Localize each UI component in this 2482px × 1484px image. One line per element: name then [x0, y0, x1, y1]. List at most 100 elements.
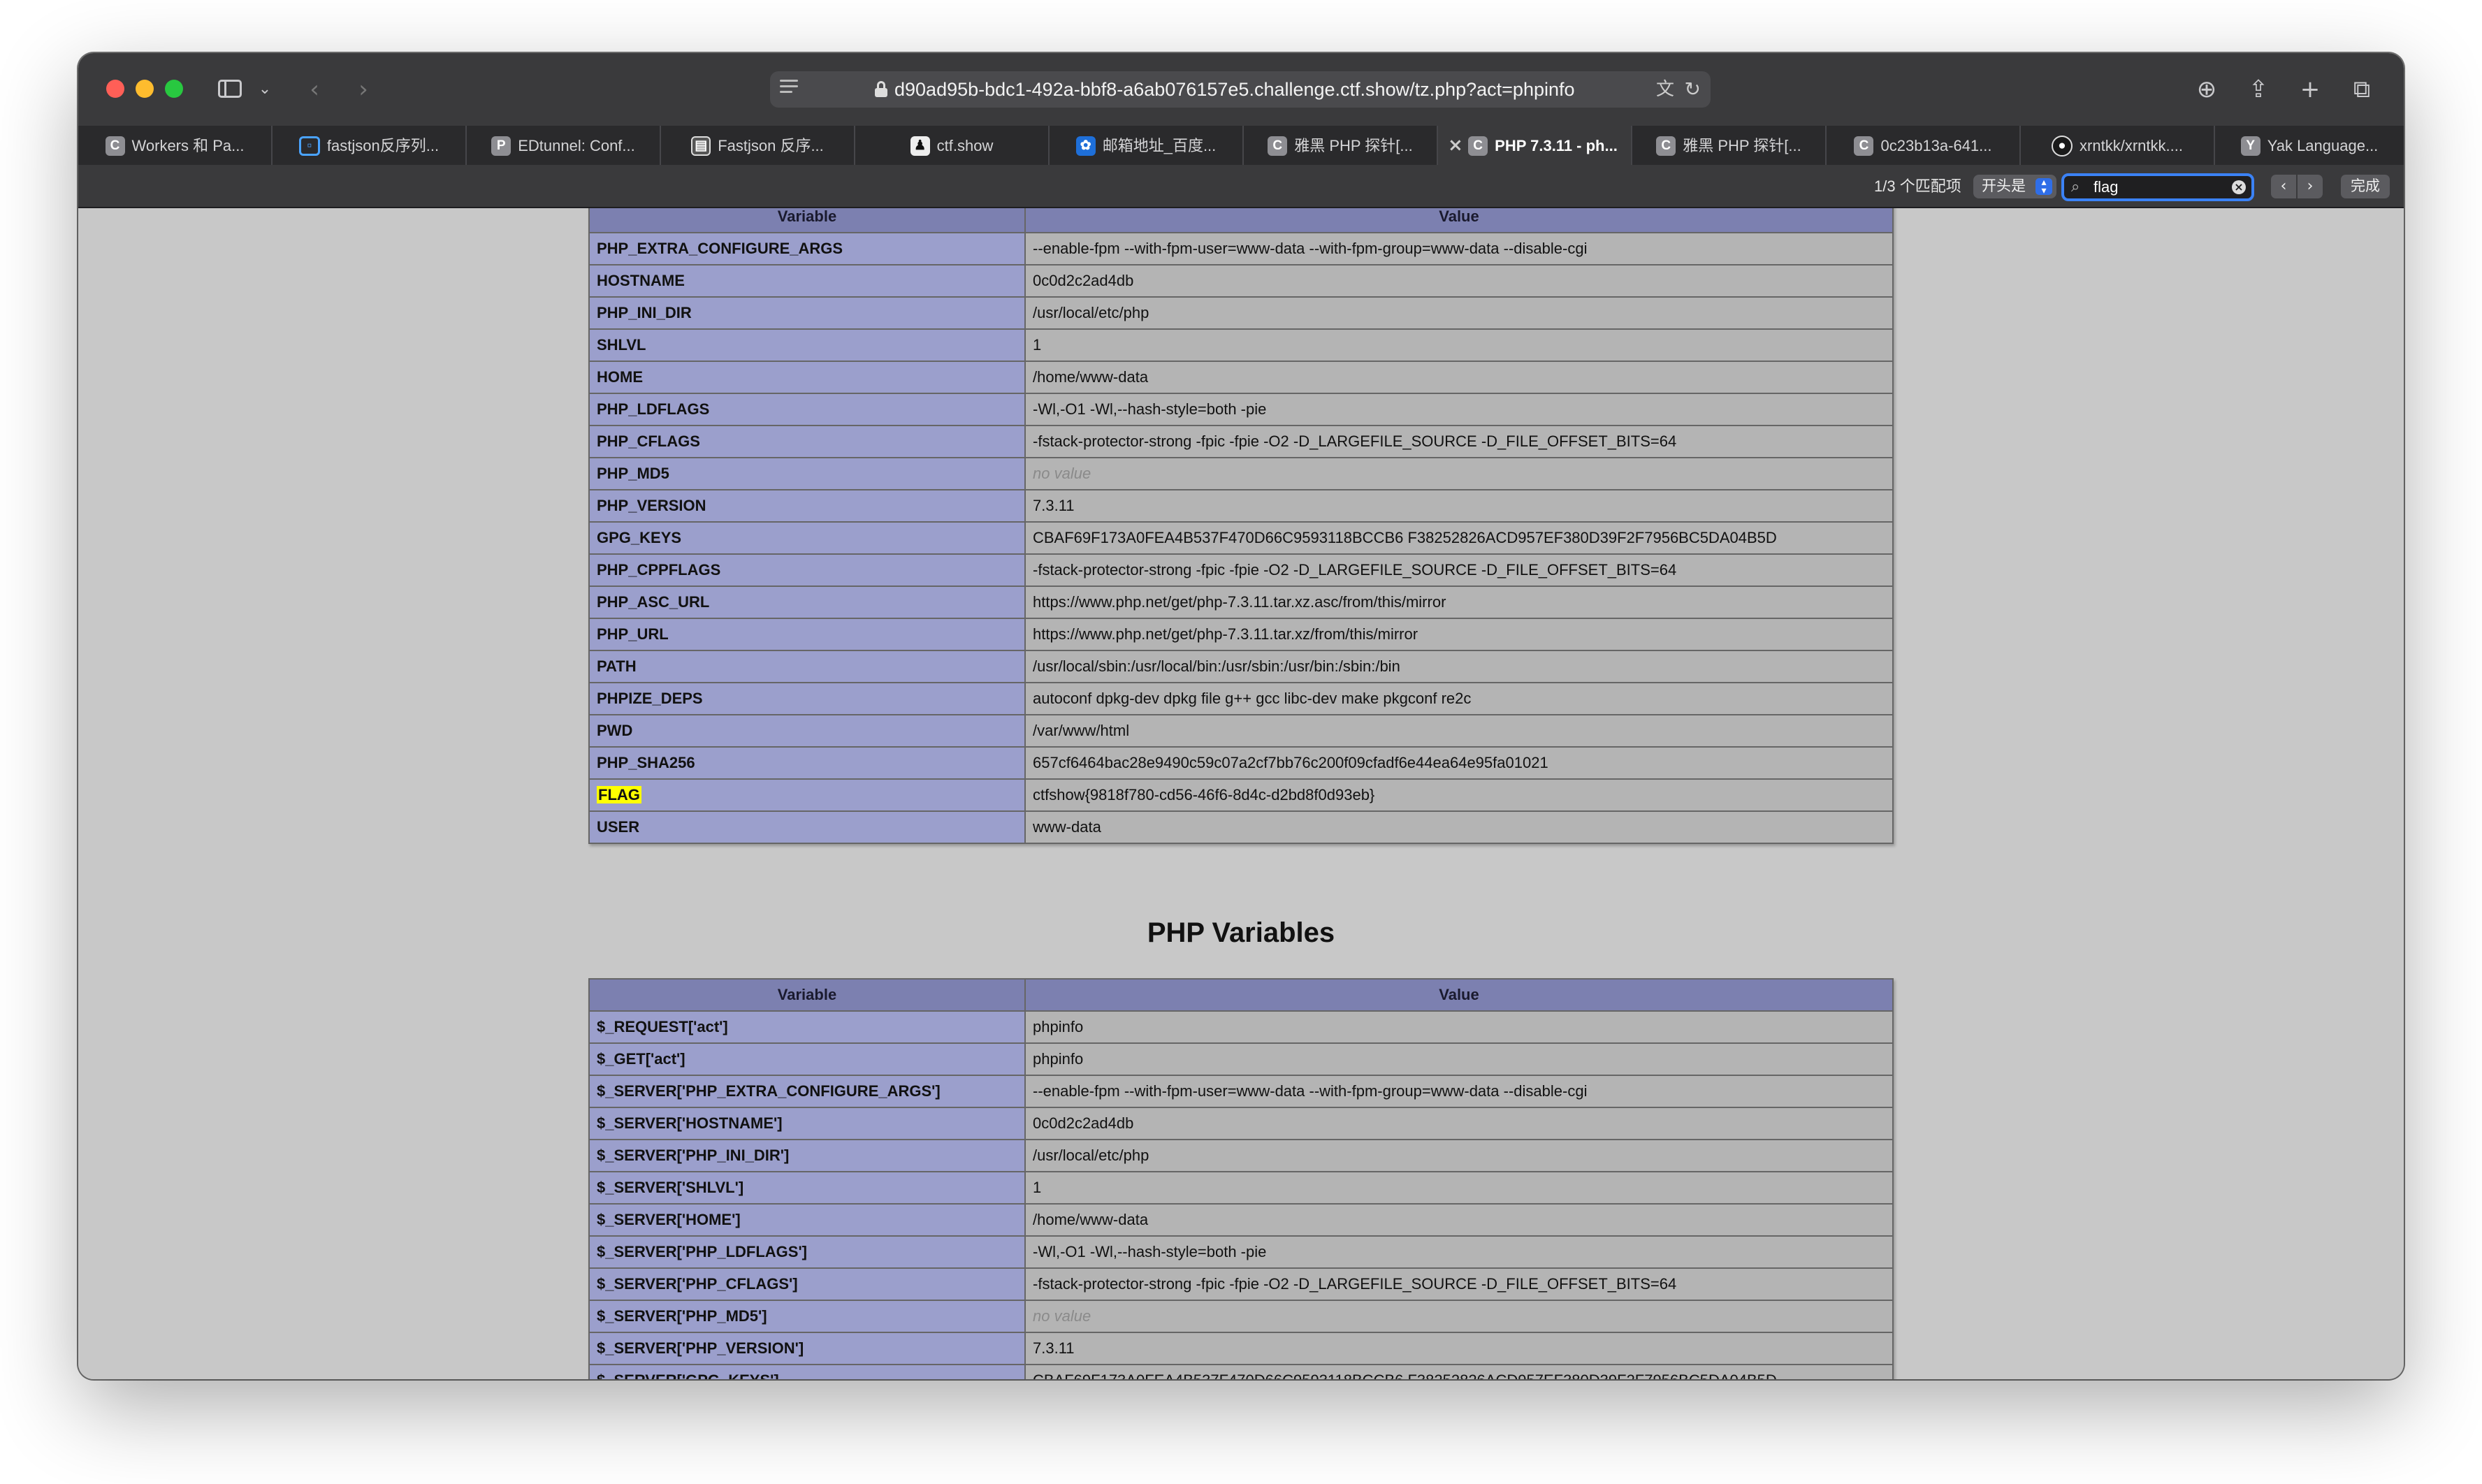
environment-table: Variable Value PHP_EXTRA_CONFIGURE_ARGS -…: [588, 208, 1894, 844]
variable-value-cell: /usr/local/etc/php: [1024, 296, 1894, 330]
variable-name-cell: PHP_LDFLAGS: [588, 393, 1026, 426]
tab[interactable]: Y Yak Language...: [2215, 126, 2404, 165]
tab[interactable]: ▫ fastjson反序列...: [273, 126, 467, 165]
variable-value-cell: ctfshow{9818f780-cd56-46f6-8d4c-d2bd8f0d…: [1024, 778, 1894, 812]
variable-name: USER: [597, 818, 640, 836]
site-favicon-icon: C: [1268, 136, 1288, 157]
close-window-button[interactable]: [106, 80, 124, 98]
variable-name: PHP_VERSION: [597, 497, 706, 514]
table-row: PHP_INI_DIR/usr/local/etc/php: [588, 296, 1894, 330]
variable-name: HOME: [597, 368, 643, 386]
table-row: PHP_ASC_URL https://www.php.net/get/php-7…: [588, 585, 1894, 619]
table-row: USER www-data: [588, 810, 1894, 844]
clear-search-icon[interactable]: ×: [2232, 180, 2246, 194]
share-icon[interactable]: ⇪: [2242, 71, 2275, 108]
tab[interactable]: C Workers 和 Pa...: [78, 126, 273, 165]
page-content: Variable Value PHP_EXTRA_CONFIGURE_ARGS -…: [78, 208, 2404, 1379]
variable-value-cell: /home/www-data: [1024, 1203, 1894, 1237]
site-favicon-icon: C: [105, 136, 125, 157]
table-row: $_SERVER['HOME'] /home/www-data: [588, 1203, 1894, 1237]
variable-value-cell: 7.3.11: [1024, 1332, 1894, 1365]
translate-icon[interactable]: 文: [1656, 78, 1674, 101]
title-bar: ⌄ ‹ › d90ad95b-bdc1-492a-bbf8-a6ab076157…: [78, 53, 2404, 126]
variable-name-cell: GPG_KEYS: [588, 521, 1026, 555]
find-mode-select[interactable]: 开头是 ▴ ▾: [1973, 175, 2056, 198]
variable-name: $_SERVER['PHP_LDFLAGS']: [597, 1243, 808, 1260]
variable-name-cell: PHP_SHA256: [588, 746, 1026, 780]
ninja-icon: ♟: [910, 136, 930, 157]
variable-value-cell: -fstack-protector-strong -fpic -fpie -O2…: [1024, 425, 1894, 458]
variable-name-cell: PHP_EXTRA_CONFIGURE_ARGS: [588, 232, 1026, 265]
sidebar-toggle-icon[interactable]: [215, 71, 246, 108]
find-input[interactable]: [2093, 177, 2212, 197]
table-row: $_SERVER['PHP_CFLAGS'] -fstack-protector-…: [588, 1267, 1894, 1301]
variable-value: --enable-fpm --with-fpm-user=www-data --…: [1033, 1082, 1588, 1100]
tab[interactable]: C 0c23b13a-641...: [1827, 126, 2021, 165]
address-bar[interactable]: d90ad95b-bdc1-492a-bbf8-a6ab076157e5.cha…: [770, 71, 1711, 108]
download-icon[interactable]: ⊕: [2190, 71, 2223, 108]
chevron-down-icon[interactable]: ⌄: [254, 71, 275, 108]
tab[interactable]: ✿ 邮箱地址_百度...: [1050, 126, 1244, 165]
reader-mode-icon[interactable]: [780, 80, 798, 99]
variable-value: -Wl,-O1 -Wl,--hash-style=both -pie: [1033, 400, 1267, 418]
variable-value-cell: /usr/local/sbin:/usr/local/bin:/usr/sbin…: [1024, 650, 1894, 683]
table-row: $_SERVER['PHP_VERSION'] 7.3.11: [588, 1332, 1894, 1365]
variable-name: $_GET['act']: [597, 1050, 685, 1068]
variable-name-cell: USER: [588, 810, 1026, 844]
site-favicon-icon: C: [1468, 136, 1488, 157]
variable-value: -fstack-protector-strong -fpic -fpie -O2…: [1033, 561, 1677, 579]
variable-name-cell: $_SERVER['PHP_EXTRA_CONFIGURE_ARGS']: [588, 1075, 1026, 1108]
tab[interactable]: ● xrntkk/xrntkk....: [2021, 126, 2215, 165]
variable-name: PHP_SHA256: [597, 754, 695, 771]
variable-value: -Wl,-O1 -Wl,--hash-style=both -pie: [1033, 1243, 1267, 1260]
variable-value: www-data: [1033, 818, 1101, 836]
variable-name-cell: PHP_MD5: [588, 457, 1026, 490]
tab[interactable]: P EDtunnel: Conf...: [467, 126, 661, 165]
url-text[interactable]: d90ad95b-bdc1-492a-bbf8-a6ab076157e5.cha…: [894, 71, 1575, 108]
forward-button[interactable]: ›: [349, 71, 377, 108]
variable-value: no value: [1033, 465, 1091, 482]
tab-active[interactable]: × C PHP 7.3.11 - ph...: [1438, 126, 1632, 165]
variable-value-cell: 657cf6464bac28e9490c59c07a2cf7bb76c200f0…: [1024, 746, 1894, 780]
zoom-window-button[interactable]: [165, 80, 183, 98]
back-button[interactable]: ‹: [300, 71, 328, 108]
find-field[interactable]: ⌕ ×: [2061, 173, 2254, 201]
new-tab-icon[interactable]: +: [2293, 71, 2327, 108]
table-row: $_SERVER['SHLVL'] 1: [588, 1171, 1894, 1205]
tab[interactable]: C 雅黑 PHP 探针[...: [1632, 126, 1827, 165]
variable-name-cell: $_SERVER['SHLVL']: [588, 1171, 1026, 1205]
table-header-row: Variable Value: [588, 978, 1894, 1012]
table-row: FLAG ctfshow{9818f780-cd56-46f6-8d4c-d2bd…: [588, 778, 1894, 812]
variable-value: CBAF69F173A0FEA4B537F470D66C9593118BCCB6…: [1033, 1372, 1777, 1379]
variable-value: 7.3.11: [1033, 497, 1075, 514]
table-row: PHP_CFLAGS -fstack-protector-strong -fpic…: [588, 425, 1894, 458]
tab[interactable]: ♟ ctf.show: [855, 126, 1050, 165]
column-header: Value: [1024, 978, 1894, 1012]
book-icon: ▤: [691, 136, 711, 157]
tab[interactable]: ▤ Fastjson 反序...: [661, 126, 855, 165]
find-done-button[interactable]: 完成: [2341, 175, 2390, 198]
table-row: $_SERVER['GPG_KEYS'] CBAF69F173A0FEA4B537…: [588, 1364, 1894, 1379]
variable-name: PHP_EXTRA_CONFIGURE_ARGS: [597, 240, 843, 257]
variable-value-cell: CBAF69F173A0FEA4B537F470D66C9593118BCCB6…: [1024, 1364, 1894, 1379]
variable-name: PHP_URL: [597, 625, 669, 643]
variable-name: SHLVL: [597, 336, 646, 354]
variable-value: no value: [1033, 1307, 1091, 1325]
find-previous-button[interactable]: ‹: [2271, 175, 2296, 198]
variable-name-cell: PHP_ASC_URL: [588, 585, 1026, 619]
variable-value: /usr/local/etc/php: [1033, 1147, 1149, 1164]
variable-name: $_SERVER['PHP_VERSION']: [597, 1339, 804, 1357]
minimize-window-button[interactable]: [136, 80, 154, 98]
variable-value: 0c0d2c2ad4db: [1033, 1114, 1134, 1132]
site-favicon-icon: Y: [2240, 136, 2260, 157]
variable-value-cell: 1: [1024, 1171, 1894, 1205]
table-row: $_SERVER['PHP_LDFLAGS'] -Wl,-O1 -Wl,--has…: [588, 1235, 1894, 1269]
variable-name: $_SERVER['HOME']: [597, 1211, 741, 1228]
variable-name-cell: PHP_URL: [588, 618, 1026, 651]
tab-overview-icon[interactable]: ⧉: [2345, 71, 2379, 108]
variable-name-cell: PHP_INI_DIR: [588, 296, 1026, 330]
reload-icon[interactable]: ↻: [1685, 78, 1701, 101]
close-tab-icon[interactable]: ×: [1448, 126, 1463, 165]
find-next-button[interactable]: ›: [2298, 175, 2323, 198]
tab[interactable]: C 雅黑 PHP 探针[...: [1244, 126, 1438, 165]
